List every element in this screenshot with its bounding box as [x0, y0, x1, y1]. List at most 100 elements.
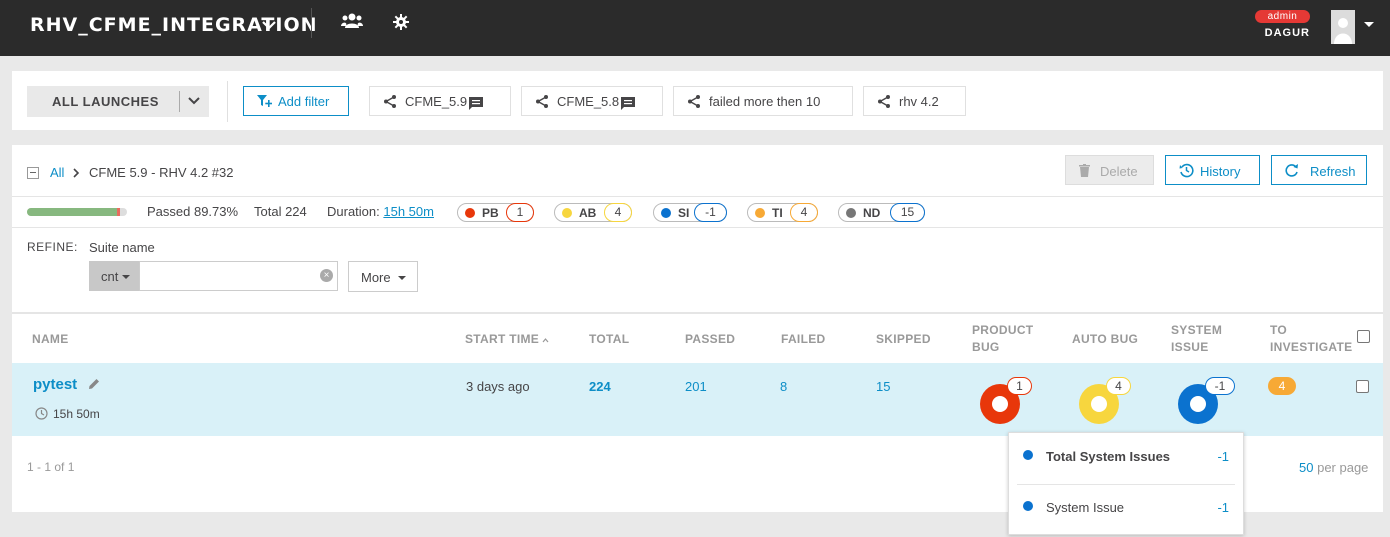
- defect-ti[interactable]: TI 4: [747, 203, 818, 222]
- filter-tab-label: CFME_5.9: [405, 94, 468, 109]
- system-issue-dot: [1023, 450, 1033, 460]
- duration-link[interactable]: 15h 50m: [383, 204, 434, 219]
- chevron-down-icon[interactable]: [260, 16, 278, 34]
- all-launches-label: ALL LAUNCHES: [52, 94, 159, 109]
- refresh-label: Refresh: [1310, 164, 1356, 179]
- tooltip-item-value: -1: [1217, 500, 1229, 515]
- filter-tab-cfme-5-9[interactable]: CFME_5.9: [369, 86, 511, 116]
- donut-hole: [992, 396, 1008, 412]
- suite-name-label: Suite name: [89, 240, 155, 255]
- col-to-investigate[interactable]: TO INVESTIGATE: [1270, 322, 1352, 356]
- refresh-button[interactable]: Refresh: [1271, 155, 1367, 185]
- passed-stat: Passed 89.73%: [147, 204, 239, 219]
- pager-range: 1 - 1 of 1: [27, 460, 75, 474]
- avatar[interactable]: [1331, 10, 1355, 44]
- col-system-issue[interactable]: SYSTEM ISSUE: [1171, 322, 1222, 356]
- system-issue-count[interactable]: -1: [1205, 377, 1235, 395]
- table-header: NAME START TIME TOTAL PASSED FAILED SKIP…: [12, 312, 1383, 362]
- col-start-time[interactable]: START TIME: [465, 331, 549, 348]
- defect-dot: [661, 208, 671, 218]
- history-button[interactable]: History: [1165, 155, 1260, 185]
- page-size-value[interactable]: 50: [1299, 460, 1313, 475]
- col-to-investigate-line2: INVESTIGATE: [1270, 340, 1353, 354]
- col-product-bug[interactable]: PRODUCT BUG: [972, 322, 1033, 356]
- history-label: History: [1200, 164, 1241, 179]
- defect-nd[interactable]: ND 15: [838, 203, 925, 222]
- to-investigate-badge[interactable]: 4: [1268, 377, 1296, 395]
- col-to-investigate-line1: TO: [1270, 323, 1288, 337]
- defect-code: ND: [863, 206, 881, 220]
- col-name[interactable]: NAME: [32, 331, 69, 348]
- share-icon: [688, 95, 700, 108]
- filter-tab-rhv-4-2[interactable]: rhv 4.2: [863, 86, 966, 116]
- top-header: RHV_CFME_INTEGRATION admin DAGUR: [0, 0, 1390, 56]
- select-all-checkbox[interactable]: [1357, 330, 1370, 343]
- tooltip-total-value: -1: [1217, 449, 1229, 464]
- condition-dropdown[interactable]: cnt: [89, 261, 139, 291]
- pass-progress-bar: [27, 208, 127, 216]
- pencil-icon[interactable]: [87, 377, 101, 391]
- role-badge: admin: [1255, 10, 1310, 23]
- user-menu-caret-icon[interactable]: [1364, 22, 1374, 27]
- more-button[interactable]: More: [348, 261, 418, 292]
- page-size-selector[interactable]: 50 per page: [1299, 460, 1368, 475]
- defect-code: TI: [772, 206, 783, 220]
- passed-cell[interactable]: 201: [685, 379, 707, 394]
- filter-tab-label: failed more then 10: [709, 94, 821, 109]
- col-start-time-label: START TIME: [465, 332, 540, 346]
- clear-icon[interactable]: ×: [320, 269, 333, 282]
- col-failed[interactable]: FAILED: [781, 331, 825, 348]
- duration-label: Duration:: [327, 204, 380, 219]
- defect-ab[interactable]: AB 4: [554, 203, 632, 222]
- add-filter-label: Add filter: [278, 94, 330, 109]
- suite-name-input[interactable]: ×: [139, 261, 338, 291]
- delete-button[interactable]: Delete: [1065, 155, 1154, 185]
- users-icon[interactable]: [341, 12, 363, 30]
- refine-label: REFINE:: [27, 240, 78, 254]
- filter-tab-cfme-5-8[interactable]: CFME_5.8: [521, 86, 663, 116]
- tooltip-total-label: Total System Issues: [1046, 449, 1171, 464]
- defect-si[interactable]: SI -1: [653, 203, 727, 222]
- sort-up-icon: [542, 338, 549, 343]
- defect-count: 4: [790, 203, 818, 222]
- history-icon: [1179, 163, 1194, 178]
- collapse-toggle[interactable]: [27, 167, 39, 179]
- filter-tab-label: CFME_5.8: [557, 94, 620, 109]
- failed-cell[interactable]: 8: [780, 379, 787, 394]
- product-bug-count[interactable]: 1: [1007, 377, 1032, 395]
- defect-count: 1: [506, 203, 534, 222]
- gear-icon[interactable]: [393, 14, 409, 30]
- filter-bar: ALL LAUNCHES Add filter CFME_5.9 CFME_5.…: [12, 71, 1383, 130]
- col-product-bug-line1: PRODUCT: [972, 323, 1034, 337]
- add-filter-button[interactable]: Add filter: [243, 86, 349, 116]
- filter-tab-failed-more-then-10[interactable]: failed more then 10: [673, 86, 853, 116]
- comment-icon: [469, 97, 483, 110]
- delete-label: Delete: [1100, 164, 1138, 179]
- auto-bug-count[interactable]: 4: [1106, 377, 1131, 395]
- breadcrumb-all[interactable]: All: [50, 165, 64, 180]
- defect-pb[interactable]: PB 1: [457, 203, 534, 222]
- defect-count: -1: [694, 203, 727, 222]
- donut-hole: [1091, 396, 1107, 412]
- col-product-bug-line2: BUG: [972, 340, 1000, 354]
- filter-divider: [227, 81, 228, 122]
- skipped-cell[interactable]: 15: [876, 379, 890, 394]
- defect-code: AB: [579, 206, 597, 220]
- share-icon: [384, 95, 396, 108]
- duration-stat: Duration: 15h 50m: [327, 204, 434, 219]
- divider: [12, 227, 1383, 228]
- launch-duration: 15h 50m: [53, 407, 100, 421]
- table-row[interactable]: pytest 15h 50m 3 days ago 224 201 8 15 1…: [12, 363, 1383, 436]
- col-skipped[interactable]: SKIPPED: [876, 331, 931, 348]
- row-checkbox[interactable]: [1356, 380, 1369, 393]
- chevron-down-icon[interactable]: [187, 94, 201, 108]
- total-cell[interactable]: 224: [589, 379, 611, 394]
- col-passed[interactable]: PASSED: [685, 331, 735, 348]
- col-auto-bug[interactable]: AUTO BUG: [1072, 331, 1138, 348]
- start-time-cell: 3 days ago: [466, 379, 530, 394]
- all-launches-button[interactable]: ALL LAUNCHES: [27, 86, 209, 117]
- divider: [12, 196, 1383, 197]
- condition-value: cnt: [101, 269, 119, 284]
- col-total[interactable]: TOTAL: [589, 331, 629, 348]
- launch-name-link[interactable]: pytest: [33, 376, 77, 393]
